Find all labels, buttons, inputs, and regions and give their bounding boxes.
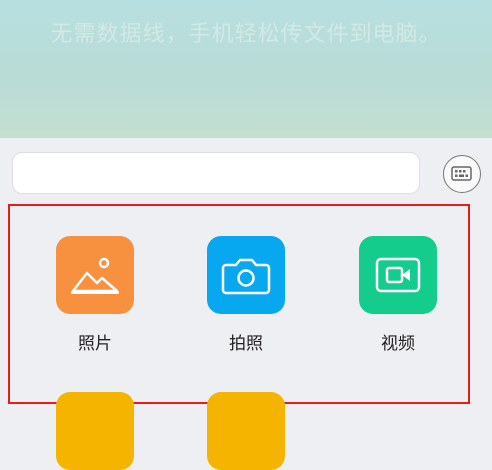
video-icon xyxy=(375,257,421,293)
more-tile-2[interactable] xyxy=(207,392,285,470)
photo-label: 照片 xyxy=(78,334,112,354)
keyboard-toggle-icon xyxy=(451,166,472,181)
tagline: 无需数据线，手机轻松传文件到电脑。 xyxy=(50,22,442,47)
keyboard-toggle-button[interactable] xyxy=(443,155,481,193)
more-tile-1[interactable] xyxy=(56,392,134,470)
camera-label: 拍照 xyxy=(229,334,263,354)
photo-button[interactable] xyxy=(56,236,134,314)
action-grid: 照片 拍照 视频 xyxy=(8,204,470,470)
camera-icon xyxy=(221,258,271,295)
video-button[interactable] xyxy=(359,236,437,314)
camera-button[interactable] xyxy=(207,236,285,314)
message-input[interactable] xyxy=(12,152,420,194)
video-label: 视频 xyxy=(381,334,415,354)
picture-icon xyxy=(71,257,119,294)
header-banner: 无需数据线，手机轻松传文件到电脑。 xyxy=(0,0,492,138)
